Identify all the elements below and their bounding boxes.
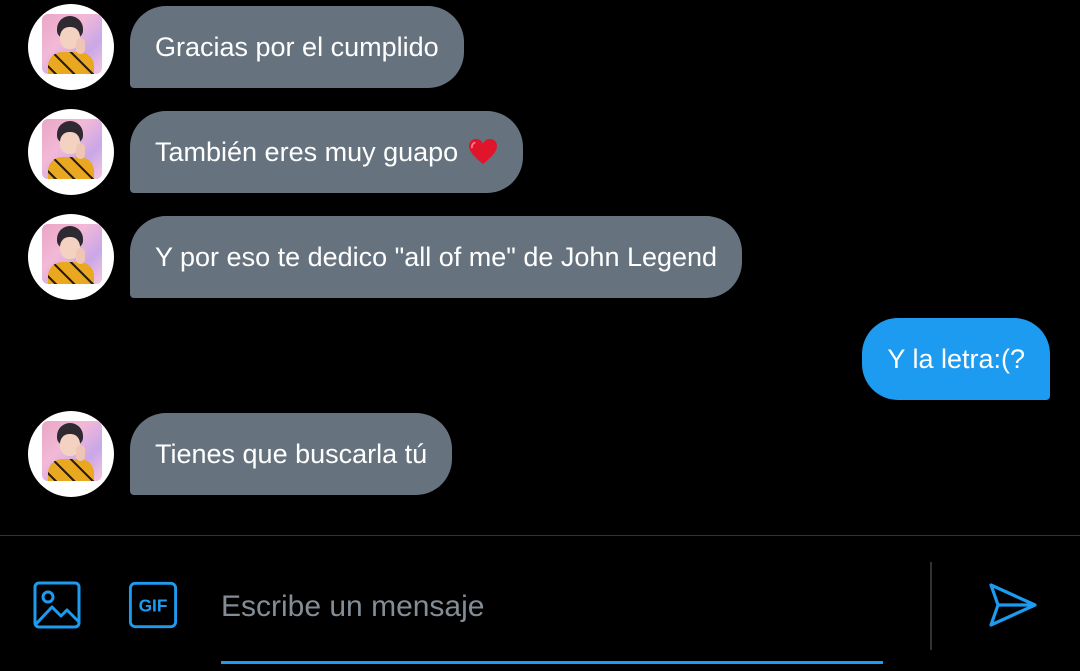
avatar-photo [42,421,102,481]
message-bubble-outgoing[interactable]: Y la letra:(? [862,318,1050,400]
message-bubble-incoming[interactable]: Gracias por el cumplido [130,6,464,88]
message-thread: Gracias por el cumplido También eres muy… [0,0,1080,535]
message-row-incoming: Y por eso te dedico "all of me" de John … [0,212,1080,300]
message-input-wrapper [221,576,883,664]
avatar-photo [42,14,102,74]
message-composer: GIF [0,535,1080,671]
contact-avatar[interactable] [28,109,114,195]
contact-avatar[interactable] [28,4,114,90]
message-text: También eres muy guapo [155,136,459,167]
message-text: Gracias por el cumplido [155,31,439,62]
message-row-incoming: También eres muy guapo [0,107,1080,195]
message-bubble-incoming[interactable]: Y por eso te dedico "all of me" de John … [130,216,743,298]
avatar-photo [42,224,102,284]
composer-divider [930,562,932,650]
input-underline [221,661,883,664]
message-text: Y la letra:(? [887,343,1025,374]
avatar-photo [42,119,102,179]
red-heart-emoji-icon [469,138,498,165]
message-input[interactable] [221,576,883,638]
message-text: Tienes que buscarla tú [155,438,428,469]
add-photo-button[interactable] [32,580,82,630]
send-icon [989,583,1037,627]
contact-avatar[interactable] [28,214,114,300]
gif-label: GIF [139,596,168,616]
message-row-incoming: Tienes que buscarla tú [0,409,1080,497]
gif-icon: GIF [128,581,178,629]
image-icon [33,581,81,629]
add-gif-button[interactable]: GIF [128,580,178,630]
message-row-incoming: Gracias por el cumplido [0,2,1080,90]
message-bubble-incoming[interactable]: También eres muy guapo [130,111,524,193]
send-button[interactable] [986,580,1040,630]
message-bubble-incoming[interactable]: Tienes que buscarla tú [130,413,453,495]
message-text: Y por eso te dedico "all of me" de John … [155,241,718,272]
contact-avatar[interactable] [28,411,114,497]
